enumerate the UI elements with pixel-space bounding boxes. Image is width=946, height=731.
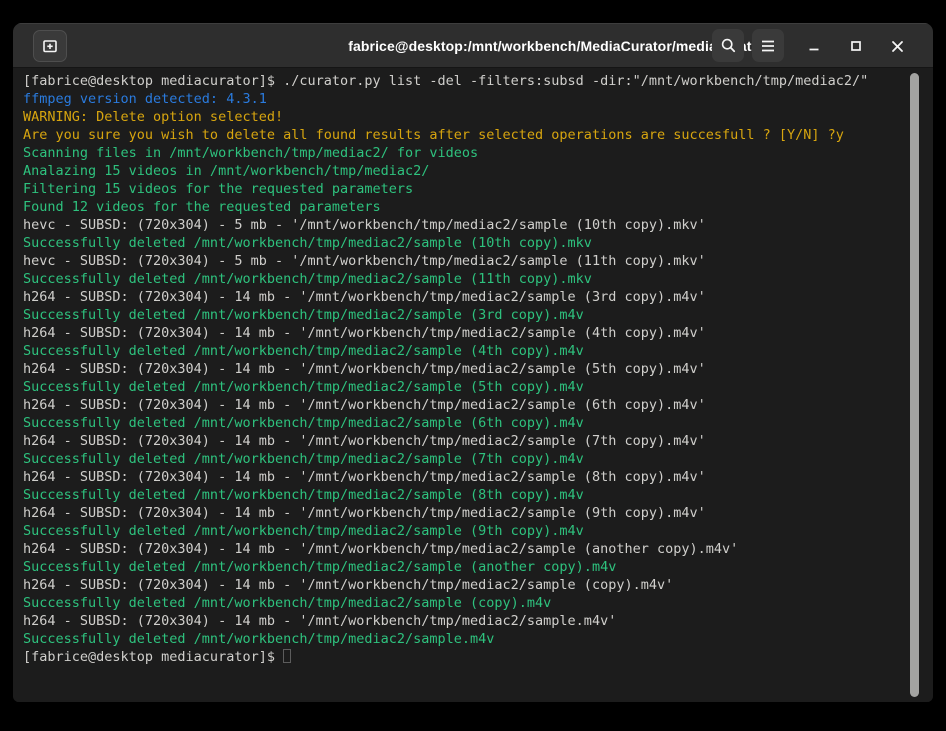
scrollbar-thumb[interactable] (910, 73, 919, 697)
terminal-line: hevc - SUBSD: (720x304) - 5 mb - '/mnt/w… (23, 252, 933, 270)
new-tab-button[interactable] (33, 30, 67, 62)
terminal-line: h264 - SUBSD: (720x304) - 14 mb - '/mnt/… (23, 360, 933, 378)
terminal-line: Found 12 videos for the requested parame… (23, 198, 933, 216)
terminal-line: h264 - SUBSD: (720x304) - 14 mb - '/mnt/… (23, 288, 933, 306)
terminal-line: h264 - SUBSD: (720x304) - 14 mb - '/mnt/… (23, 432, 933, 450)
terminal-line: Successfully deleted /mnt/workbench/tmp/… (23, 630, 933, 648)
search-icon (720, 37, 737, 54)
close-button[interactable] (882, 31, 912, 61)
menu-icon (761, 40, 775, 52)
terminal-line: Successfully deleted /mnt/workbench/tmp/… (23, 234, 933, 252)
terminal-line: h264 - SUBSD: (720x304) - 14 mb - '/mnt/… (23, 612, 933, 630)
new-tab-icon (41, 37, 59, 55)
terminal-line: h264 - SUBSD: (720x304) - 14 mb - '/mnt/… (23, 324, 933, 342)
terminal-line: Successfully deleted /mnt/workbench/tmp/… (23, 306, 933, 324)
window-title: fabrice@desktop:/mnt/workbench/MediaCura… (348, 23, 766, 68)
terminal-line: Successfully deleted /mnt/workbench/tmp/… (23, 414, 933, 432)
terminal-line: Filtering 15 videos for the requested pa… (23, 180, 933, 198)
search-button[interactable] (712, 29, 744, 62)
menu-button[interactable] (752, 29, 784, 62)
desktop-background: fabrice@desktop:/mnt/workbench/MediaCura… (0, 0, 946, 731)
terminal-line: [fabrice@desktop mediacurator]$ (23, 648, 933, 666)
close-icon (891, 40, 904, 53)
minimize-icon (808, 40, 820, 52)
terminal-line: Successfully deleted /mnt/workbench/tmp/… (23, 486, 933, 504)
terminal-line: Analazing 15 videos in /mnt/workbench/tm… (23, 162, 933, 180)
terminal-line: h264 - SUBSD: (720x304) - 14 mb - '/mnt/… (23, 576, 933, 594)
maximize-button[interactable] (841, 31, 871, 61)
terminal-line: h264 - SUBSD: (720x304) - 14 mb - '/mnt/… (23, 504, 933, 522)
terminal-line: hevc - SUBSD: (720x304) - 5 mb - '/mnt/w… (23, 216, 933, 234)
terminal-line: ffmpeg version detected: 4.3.1 (23, 90, 933, 108)
terminal-line: Successfully deleted /mnt/workbench/tmp/… (23, 450, 933, 468)
terminal-line: Scanning files in /mnt/workbench/tmp/med… (23, 144, 933, 162)
minimize-button[interactable] (799, 31, 829, 61)
terminal-output: [fabrice@desktop mediacurator]$ ./curato… (23, 72, 933, 666)
terminal-line: Successfully deleted /mnt/workbench/tmp/… (23, 378, 933, 396)
maximize-icon (850, 40, 862, 52)
terminal-line: h264 - SUBSD: (720x304) - 14 mb - '/mnt/… (23, 540, 933, 558)
terminal-line: h264 - SUBSD: (720x304) - 14 mb - '/mnt/… (23, 396, 933, 414)
terminal-line: Successfully deleted /mnt/workbench/tmp/… (23, 558, 933, 576)
terminal-line: Successfully deleted /mnt/workbench/tmp/… (23, 270, 933, 288)
terminal-line: Successfully deleted /mnt/workbench/tmp/… (23, 522, 933, 540)
terminal-line: [fabrice@desktop mediacurator]$ ./curato… (23, 72, 933, 90)
terminal-cursor (283, 649, 291, 663)
terminal-window: fabrice@desktop:/mnt/workbench/MediaCura… (13, 23, 933, 702)
terminal-line: h264 - SUBSD: (720x304) - 14 mb - '/mnt/… (23, 468, 933, 486)
terminal-line: Successfully deleted /mnt/workbench/tmp/… (23, 594, 933, 612)
window-headerbar: fabrice@desktop:/mnt/workbench/MediaCura… (13, 23, 933, 68)
terminal-line: WARNING: Delete option selected! (23, 108, 933, 126)
terminal-line: Are you sure you wish to delete all foun… (23, 126, 933, 144)
terminal-line: Successfully deleted /mnt/workbench/tmp/… (23, 342, 933, 360)
terminal-screen[interactable]: [fabrice@desktop mediacurator]$ ./curato… (13, 68, 933, 702)
